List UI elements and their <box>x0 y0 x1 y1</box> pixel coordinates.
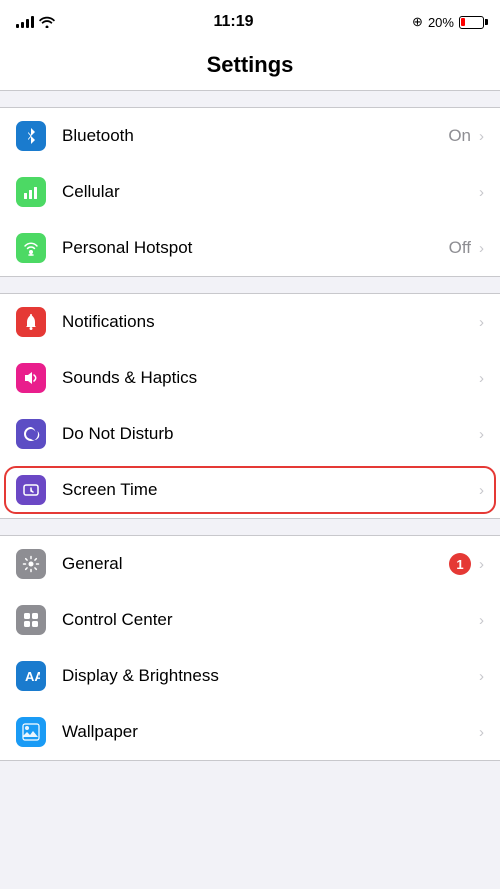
row-bluetooth[interactable]: Bluetooth On › <box>0 108 500 164</box>
hotspot-chevron: › <box>479 240 484 257</box>
screen-record-icon: ⊕ <box>412 14 423 30</box>
general-label: General <box>62 554 449 574</box>
row-sounds[interactable]: Sounds & Haptics › <box>0 350 500 406</box>
notifications-label: Notifications <box>62 312 477 332</box>
screentime-label: Screen Time <box>62 480 477 500</box>
battery-icon <box>459 16 484 29</box>
row-cellular[interactable]: Cellular › <box>0 164 500 220</box>
section-system: General 1 › Control Center › AA <box>0 535 500 761</box>
bluetooth-chevron: › <box>479 128 484 145</box>
donotdisturb-label: Do Not Disturb <box>62 424 477 444</box>
wifi-icon <box>39 16 55 28</box>
controlcenter-icon <box>16 605 46 635</box>
cellular-chevron: › <box>479 184 484 201</box>
controlcenter-chevron: › <box>479 612 484 629</box>
section-connectivity: Bluetooth On › Cellular › <box>0 107 500 277</box>
settings-list-notifications: Notifications › Sounds & Haptics › Do No… <box>0 293 500 519</box>
status-bar: 11:19 ⊕ 20% <box>0 0 500 44</box>
display-chevron: › <box>479 668 484 685</box>
screentime-icon <box>16 475 46 505</box>
wallpaper-chevron: › <box>479 724 484 741</box>
screentime-chevron: › <box>479 482 484 499</box>
status-left <box>16 16 55 28</box>
bluetooth-icon <box>16 121 46 151</box>
hotspot-icon <box>16 233 46 263</box>
controlcenter-label: Control Center <box>62 610 477 630</box>
page-title-bar: Settings <box>0 44 500 91</box>
display-label: Display & Brightness <box>62 666 477 686</box>
donotdisturb-icon <box>16 419 46 449</box>
sounds-icon <box>16 363 46 393</box>
row-general[interactable]: General 1 › <box>0 536 500 592</box>
page-title: Settings <box>16 52 484 78</box>
row-hotspot[interactable]: Personal Hotspot Off › <box>0 220 500 276</box>
row-donotdisturb[interactable]: Do Not Disturb › <box>0 406 500 462</box>
donotdisturb-chevron: › <box>479 426 484 443</box>
battery-percent: 20% <box>428 15 454 30</box>
general-badge: 1 <box>449 553 471 575</box>
battery-fill <box>461 18 465 26</box>
row-screentime[interactable]: Screen Time › <box>0 462 500 518</box>
general-chevron: › <box>479 556 484 573</box>
row-controlcenter[interactable]: Control Center › <box>0 592 500 648</box>
svg-text:AA: AA <box>25 669 40 684</box>
notifications-chevron: › <box>479 314 484 331</box>
hotspot-label: Personal Hotspot <box>62 238 449 258</box>
settings-list-connectivity: Bluetooth On › Cellular › <box>0 107 500 277</box>
row-notifications[interactable]: Notifications › <box>0 294 500 350</box>
cellular-label: Cellular <box>62 182 471 202</box>
bluetooth-label: Bluetooth <box>62 126 448 146</box>
status-time: 11:19 <box>214 13 254 31</box>
cellular-icon <box>16 177 46 207</box>
signal-icon <box>16 16 34 28</box>
wallpaper-label: Wallpaper <box>62 722 477 742</box>
row-display[interactable]: AA Display & Brightness › <box>0 648 500 704</box>
wallpaper-icon <box>16 717 46 747</box>
display-icon: AA <box>16 661 46 691</box>
status-right: ⊕ 20% <box>412 14 484 30</box>
sounds-label: Sounds & Haptics <box>62 368 477 388</box>
notifications-icon <box>16 307 46 337</box>
section-notifications: Notifications › Sounds & Haptics › Do No… <box>0 293 500 519</box>
sounds-chevron: › <box>479 370 484 387</box>
settings-list-system: General 1 › Control Center › AA <box>0 535 500 761</box>
bluetooth-value: On <box>448 126 471 146</box>
hotspot-value: Off <box>449 238 471 258</box>
row-wallpaper[interactable]: Wallpaper › <box>0 704 500 760</box>
general-icon <box>16 549 46 579</box>
